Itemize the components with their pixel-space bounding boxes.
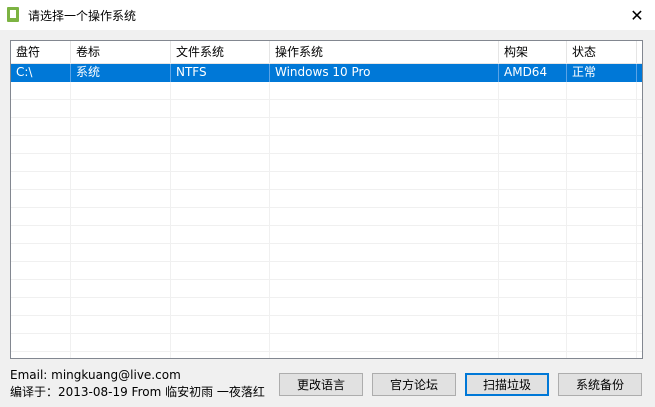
empty-row [11, 136, 642, 154]
empty-row [11, 316, 642, 334]
empty-row [11, 82, 642, 100]
column-header-filesystem[interactable]: 文件系统 [171, 41, 270, 63]
cell-os: Windows 10 Pro [270, 64, 499, 82]
empty-row [11, 280, 642, 298]
window-title: 请选择一个操作系统 [28, 9, 137, 23]
cell-status: 正常 [567, 64, 637, 82]
column-header-status[interactable]: 状态 [567, 41, 637, 63]
empty-row [11, 154, 642, 172]
column-header-os[interactable]: 操作系统 [270, 41, 499, 63]
empty-row [11, 172, 642, 190]
official-forum-button[interactable]: 官方论坛 [372, 373, 456, 396]
change-language-button[interactable]: 更改语言 [279, 373, 363, 396]
build-info-text: 编译于：2013-08-19 From 临安初雨 一夜落红 [10, 385, 265, 399]
column-header-label[interactable]: 卷标 [71, 41, 171, 63]
close-icon: ✕ [630, 5, 644, 25]
empty-row [11, 118, 642, 136]
column-header-arch[interactable]: 构架 [499, 41, 567, 63]
os-list[interactable]: 盘符 卷标 文件系统 操作系统 构架 状态 C:\ 系统 NTFS Window… [10, 40, 643, 359]
system-backup-button[interactable]: 系统备份 [558, 373, 642, 396]
title-bar: 请选择一个操作系统 ✕ [0, 0, 655, 30]
empty-row [11, 262, 642, 280]
empty-row [11, 334, 642, 352]
empty-row [11, 298, 642, 316]
close-button[interactable]: ✕ [619, 0, 655, 30]
column-header-drive[interactable]: 盘符 [11, 41, 71, 63]
cell-drive: C:\ [11, 64, 71, 82]
cell-arch: AMD64 [499, 64, 567, 82]
empty-row [11, 226, 642, 244]
table-row[interactable]: C:\ 系统 NTFS Windows 10 Pro AMD64 正常 [11, 64, 642, 82]
scan-junk-button[interactable]: 扫描垃圾 [465, 373, 549, 396]
cell-label: 系统 [71, 64, 171, 82]
empty-row [11, 100, 642, 118]
dialog-body: 盘符 卷标 文件系统 操作系统 构架 状态 C:\ 系统 NTFS Window… [0, 30, 655, 407]
empty-row [11, 208, 642, 226]
list-header: 盘符 卷标 文件系统 操作系统 构架 状态 [11, 41, 642, 64]
email-text: Email: mingkuang@live.com [10, 368, 181, 382]
app-icon [7, 7, 19, 22]
empty-row [11, 244, 642, 262]
cell-filesystem: NTFS [171, 64, 270, 82]
empty-row [11, 190, 642, 208]
